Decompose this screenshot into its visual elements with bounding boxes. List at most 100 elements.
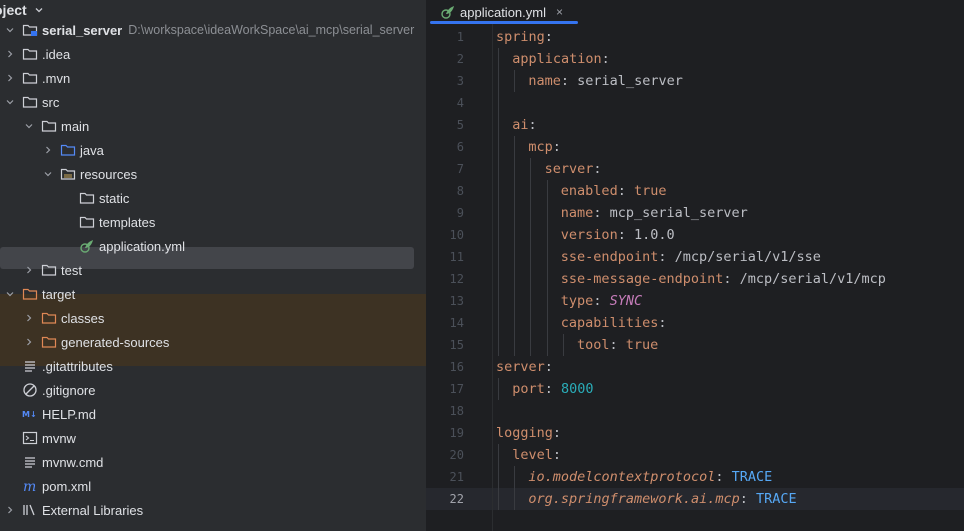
tree-item-target[interactable]: target — [0, 282, 426, 306]
line-number: 2 — [456, 52, 464, 66]
folder-icon — [22, 70, 38, 86]
chevron-right-icon[interactable] — [4, 72, 16, 84]
line-number: 12 — [449, 272, 464, 286]
close-icon[interactable]: × — [556, 5, 563, 19]
folder-icon — [22, 46, 38, 62]
tree-item-mvn[interactable]: .mvn — [0, 66, 426, 90]
code-line[interactable]: spring: — [496, 26, 553, 48]
code-line[interactable]: name: serial_server — [528, 70, 682, 92]
code-line[interactable]: version: 1.0.0 — [561, 224, 675, 246]
chevron-right-icon[interactable] — [4, 48, 16, 60]
tree-item-mvnw[interactable]: mvnw — [0, 426, 426, 450]
chevron-right-icon[interactable] — [23, 264, 35, 276]
chevron-right-icon[interactable] — [42, 144, 54, 156]
code-line[interactable]: io.modelcontextprotocol: TRACE — [528, 466, 772, 488]
spring-config-icon — [79, 238, 95, 254]
code-line[interactable]: level: — [512, 444, 561, 466]
excluded-folder-icon — [41, 334, 57, 350]
chevron-down-icon[interactable] — [4, 24, 16, 36]
tree-item-label: HELP.md — [42, 406, 96, 422]
line-number: 19 — [449, 426, 464, 440]
editor-pane[interactable]: application.yml × 1 2 3 4 5 6 7 8 9 10 11 12 13 14 15 1… — [426, 0, 964, 531]
chevron-right-icon[interactable] — [23, 336, 35, 348]
code-line[interactable]: capabilities: — [561, 312, 667, 334]
project-panel-header[interactable]: oject — [0, 0, 426, 20]
no-chevron — [61, 240, 73, 252]
code-line[interactable]: logging: — [496, 422, 561, 444]
chevron-right-icon[interactable] — [23, 312, 35, 324]
yaml-key: enabled — [560, 183, 618, 199]
chevron-down-icon[interactable] — [42, 168, 54, 180]
chevron-down-icon[interactable] — [23, 120, 35, 132]
line-number: 15 — [449, 338, 464, 352]
yaml-value: TRACE — [731, 469, 773, 485]
tree-item-generated-sources[interactable]: generated-sources — [0, 330, 426, 354]
tree-item-label: serial_server — [42, 22, 123, 38]
yaml-value: /mcp/serial/v1/sse — [674, 249, 821, 265]
yaml-key: capabilities — [560, 315, 659, 331]
yaml-separator: : — [552, 447, 561, 463]
code-line[interactable]: org.springframework.ai.mcp: TRACE — [528, 488, 796, 510]
source-folder-icon — [60, 142, 76, 158]
no-chevron — [61, 192, 73, 204]
yaml-key: type — [560, 293, 594, 309]
line-number: 5 — [456, 118, 464, 132]
text-file-icon — [22, 454, 38, 470]
yaml-value: mcp_serial_server — [609, 205, 748, 221]
chevron-right-icon[interactable] — [4, 504, 16, 516]
tree-item-label: mvnw — [42, 430, 76, 446]
code-line[interactable]: tool: true — [577, 334, 658, 356]
tree-item-serial-server[interactable]: serial_server D:\workspace\ideaWorkSpace\… — [0, 18, 426, 42]
yaml-key: application — [512, 51, 602, 67]
tree-item-templates[interactable]: templates — [0, 210, 426, 234]
tree-item-label: test — [61, 262, 82, 278]
tree-item-help-md[interactable]: M↓ HELP.md — [0, 402, 426, 426]
code-line[interactable]: ai: — [512, 114, 536, 136]
tree-item-resources[interactable]: resources — [0, 162, 426, 186]
code-line[interactable]: type: SYNC — [561, 290, 642, 312]
no-chevron — [4, 480, 16, 492]
tree-item-label: resources — [80, 166, 138, 182]
tree-item-classes[interactable]: classes — [0, 306, 426, 330]
code-line[interactable]: enabled: true — [561, 180, 667, 202]
code-line[interactable]: sse-endpoint: /mcp/serial/v1/sse — [561, 246, 821, 268]
chevron-down-icon[interactable] — [4, 96, 16, 108]
yaml-separator: : — [593, 205, 610, 221]
tree-item-java[interactable]: java — [0, 138, 426, 162]
indent-guide — [514, 466, 516, 510]
chevron-down-icon[interactable] — [33, 4, 45, 16]
tree-item-gitattributes[interactable]: .gitattributes — [0, 354, 426, 378]
code-line[interactable]: port: 8000 — [512, 378, 593, 400]
tree-item-test[interactable]: test — [0, 258, 426, 282]
code-line[interactable]: mcp: — [528, 136, 561, 158]
indent-guide — [530, 158, 532, 356]
tree-item-static[interactable]: static — [0, 186, 426, 210]
yaml-separator: : — [544, 359, 553, 375]
tree-item-main[interactable]: main — [0, 114, 426, 138]
tree-item-label: External Libraries — [42, 502, 144, 518]
code-line[interactable]: application: — [512, 48, 610, 70]
tree-item-idea[interactable]: .idea — [0, 42, 426, 66]
no-chevron — [4, 456, 16, 468]
tree-item-gitignore[interactable]: .gitignore — [0, 378, 426, 402]
code-line[interactable]: name: mcp_serial_server — [561, 202, 748, 224]
shell-file-icon — [22, 430, 38, 446]
code-line[interactable]: server: — [545, 158, 602, 180]
folder-icon — [22, 94, 38, 110]
tree-item-pom-xml[interactable]: m pom.xml — [0, 474, 426, 498]
project-panel-title: oject — [0, 2, 27, 18]
tree-item-application-yml[interactable]: application.yml — [0, 234, 426, 258]
tree-item-external-libraries[interactable]: External Libraries — [0, 498, 426, 522]
code-line[interactable]: sse-message-endpoint: /mcp/serial/v1/mcp — [561, 268, 886, 290]
chevron-down-icon[interactable] — [4, 288, 16, 300]
tree-item-src[interactable]: src — [0, 90, 426, 114]
indent-guide — [514, 70, 516, 92]
yaml-key: version — [560, 227, 618, 243]
tree-item-mvnw-cmd[interactable]: mvnw.cmd — [0, 450, 426, 474]
yaml-value: true — [625, 337, 659, 353]
line-number: 3 — [456, 74, 464, 88]
code-line[interactable]: server: — [496, 356, 553, 378]
no-chevron — [61, 216, 73, 228]
yaml-key: logging — [496, 425, 553, 441]
yaml-key: spring — [496, 29, 545, 45]
